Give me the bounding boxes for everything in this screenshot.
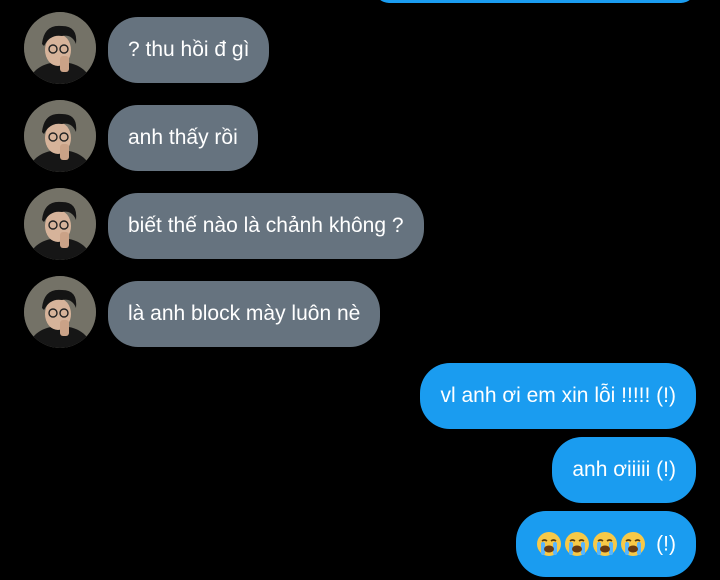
avatar-photo: [24, 12, 96, 84]
loudly-crying-face-icon-group: [536, 531, 646, 557]
avatar-photo: [24, 100, 96, 172]
chat-thread: ? thu hồi đ gì anh thấy rồi biết thế nào…: [0, 0, 720, 580]
outgoing-message-bubble[interactable]: anh ơiiiii (!): [552, 437, 696, 503]
outgoing-message-text: (!): [656, 532, 676, 556]
incoming-message-bubble[interactable]: anh thấy rồi: [108, 105, 258, 171]
avatar-photo: [24, 188, 96, 260]
contact-avatar[interactable]: [24, 12, 96, 84]
loudly-crying-face-icon: [621, 532, 646, 557]
loudly-crying-face-icon: [537, 532, 562, 557]
incoming-message-bubble[interactable]: biết thế nào là chảnh không ?: [108, 193, 424, 259]
outgoing-emoji-message-bubble[interactable]: (!): [516, 511, 696, 577]
contact-avatar[interactable]: [24, 188, 96, 260]
contact-avatar[interactable]: [24, 276, 96, 348]
avatar-photo: [24, 276, 96, 348]
incoming-message-bubble[interactable]: ? thu hồi đ gì: [108, 17, 270, 83]
outgoing-message-bubble[interactable]: vl anh ơi em xin lỗi !!!!! (!): [420, 363, 696, 429]
loudly-crying-face-icon: [565, 532, 590, 557]
incoming-message-bubble[interactable]: là anh block mày luôn nè: [108, 281, 381, 347]
loudly-crying-face-icon: [593, 532, 618, 557]
outgoing-message-bubble-partial[interactable]: [375, 0, 695, 3]
contact-avatar[interactable]: [24, 100, 96, 172]
